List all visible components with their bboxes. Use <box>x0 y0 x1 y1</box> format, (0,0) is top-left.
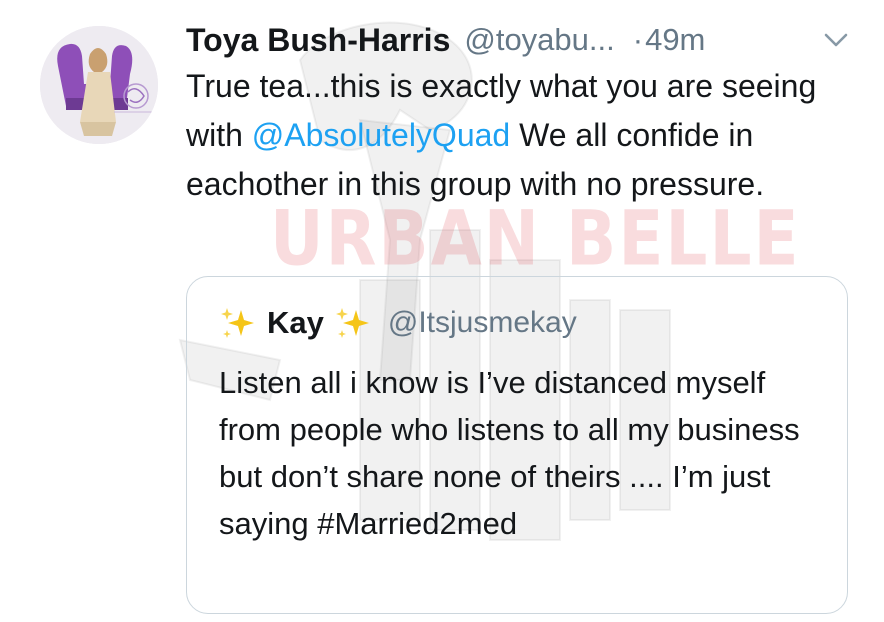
tweet-timestamp[interactable]: 49m <box>645 22 705 58</box>
tweet-header: Toya Bush-Harris @toyabu... · 49m <box>186 18 854 62</box>
profile-photo-icon[interactable] <box>40 26 158 144</box>
mention-link[interactable]: @AbsolutelyQuad <box>252 117 510 153</box>
author-handle[interactable]: @toyabu... <box>464 22 614 58</box>
author-display-name[interactable]: Toya Bush-Harris <box>186 22 450 59</box>
sparkles-icon <box>335 308 369 338</box>
tweet-screenshot: URBAN BELLE Toya Bush-Harris @toyabu... … <box>0 0 884 622</box>
quoted-display-name[interactable]: Kay <box>267 305 324 341</box>
chevron-down-icon[interactable] <box>818 22 854 58</box>
quoted-tweet-card[interactable]: Kay @Itsjusmekay Listen all i know is I’… <box>186 276 848 614</box>
quoted-tweet-text: Listen all i know is I’ve distanced myse… <box>219 365 800 541</box>
separator-dot: · <box>632 22 644 57</box>
sparkles-icon <box>221 308 254 338</box>
quoted-handle[interactable]: @Itsjusmekay <box>388 306 577 340</box>
quoted-tweet-header: Kay @Itsjusmekay <box>219 301 577 345</box>
tweet-body: True tea...this is exactly what you are … <box>186 62 846 209</box>
